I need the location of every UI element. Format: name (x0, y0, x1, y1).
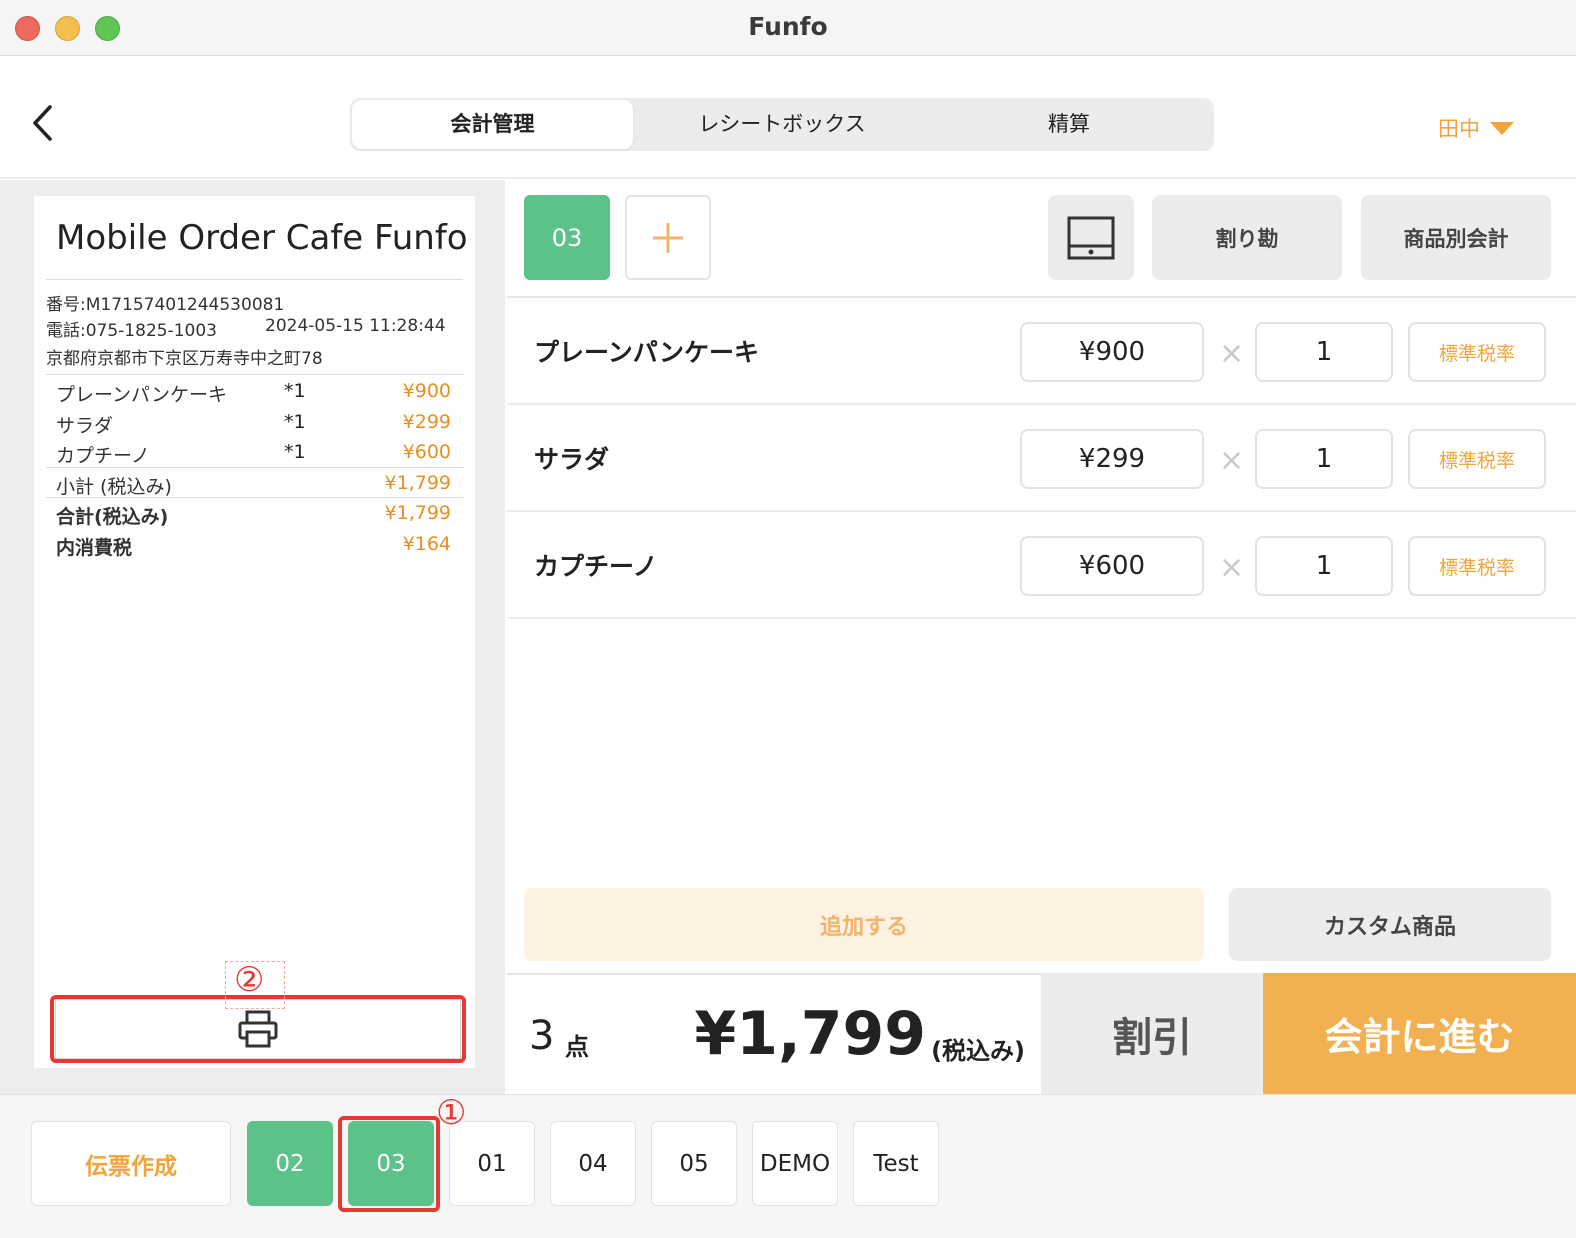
receipt-total: 合計(税込み) ¥1,799 (56, 502, 451, 530)
item-price-field[interactable]: ¥600 (1020, 536, 1204, 596)
order-total-area: 3 点 ¥1,799 (税込み) (507, 973, 1041, 1094)
receipt-item-qty: *1 (284, 380, 306, 402)
receipt-store-name: Mobile Order Cafe Funfo (56, 218, 468, 258)
multiply-icon: × (1219, 336, 1245, 371)
receipt-item-name: サラダ (56, 415, 114, 437)
item-count: 3 (529, 1013, 555, 1059)
receipt-number: 番号:M17157401244530081 (46, 295, 285, 315)
receipt-item-price: ¥900 (402, 380, 451, 402)
slip-tab-demo[interactable]: DEMO (752, 1121, 838, 1206)
order-total: ¥1,799 (694, 999, 926, 1069)
user-name: 田中 (1438, 117, 1480, 141)
cash-drawer-button[interactable] (1048, 195, 1134, 280)
item-price-field[interactable]: ¥299 (1020, 429, 1204, 489)
item-name: プレーンパンケーキ (534, 338, 760, 367)
custom-item-button[interactable]: カスタム商品 (1229, 888, 1551, 961)
order-item-row: サラダ ¥299 × 1 標準税率 (507, 405, 1576, 512)
add-tab-button[interactable] (625, 195, 711, 280)
slip-tab-test[interactable]: Test (853, 1121, 939, 1206)
receipt-item-price: ¥299 (402, 411, 451, 433)
annotation-marker-1: ① (436, 1093, 467, 1133)
caret-down-icon (1490, 121, 1514, 135)
itemized-checkout-button[interactable]: 商品別会計 (1361, 195, 1551, 280)
item-count-unit: 点 (565, 1033, 589, 1061)
order-tab-03[interactable]: 03 (524, 195, 610, 280)
checkout-button[interactable]: 会計に進む (1263, 973, 1576, 1094)
tax-rate-button[interactable]: 標準税率 (1408, 536, 1546, 596)
order-item-row: プレーンパンケーキ ¥900 × 1 標準税率 (507, 298, 1576, 405)
main-tab-group: 会計管理 レシートボックス 精算 (350, 98, 1214, 151)
slip-tab-04[interactable]: 04 (550, 1121, 636, 1206)
app-header: 会計管理 レシートボックス 精算 田中 (0, 57, 1576, 179)
receipt-subtotal: 小計 (税込み) ¥1,799 (56, 472, 451, 500)
tab-accounting[interactable]: 会計管理 (352, 100, 633, 149)
slip-tab-01[interactable]: 01 (449, 1121, 535, 1206)
annotation-marker-2: ② (234, 960, 265, 1000)
order-total-tax-note: (税込み) (931, 1037, 1025, 1065)
receipt-item: サラダ *1 ¥299 (56, 411, 451, 439)
receipt-preview: Mobile Order Cafe Funfo 番号:M171574012445… (34, 196, 475, 1068)
chevron-left-icon (33, 105, 52, 141)
tax-label: 内消費税 (56, 537, 133, 559)
slip-tab-05[interactable]: 05 (651, 1121, 737, 1206)
slip-tab-02[interactable]: 02 (247, 1121, 333, 1206)
divider (46, 467, 463, 468)
receipt-item: カプチーノ *1 ¥600 (56, 441, 451, 469)
item-price-field[interactable]: ¥900 (1020, 322, 1204, 382)
receipt-tax: 内消費税 ¥164 (56, 533, 451, 561)
multiply-icon: × (1219, 550, 1245, 585)
total-value: ¥1,799 (384, 502, 451, 524)
total-label: 合計(税込み) (56, 506, 169, 528)
receipt-address: 京都府京都市下京区万寿寺中之町78 (46, 349, 323, 369)
divider (46, 279, 463, 280)
receipt-datetime: 2024-05-15 11:28:44 (265, 316, 446, 336)
window-title: Funfo (748, 12, 828, 41)
item-qty-field[interactable]: 1 (1255, 536, 1393, 596)
tax-value: ¥164 (402, 533, 451, 555)
order-item-row: カプチーノ ¥600 × 1 標準税率 (507, 512, 1576, 619)
title-bar: Funfo (0, 0, 1576, 56)
plus-icon (653, 222, 683, 253)
multiply-icon: × (1219, 443, 1245, 478)
add-item-button[interactable]: 追加する (524, 888, 1204, 961)
tab-settlement[interactable]: 精算 (926, 100, 1212, 149)
subtotal-value: ¥1,799 (384, 472, 451, 494)
divider (46, 497, 463, 498)
receipt-item: プレーンパンケーキ *1 ¥900 (56, 380, 451, 408)
receipt-item-qty: *1 (284, 411, 306, 433)
back-button[interactable] (26, 103, 60, 143)
item-qty-field[interactable]: 1 (1255, 322, 1393, 382)
cash-drawer-icon (1067, 216, 1115, 259)
receipt-item-qty: *1 (284, 441, 306, 463)
receipt-phone: 電話:075-1825-1003 (46, 321, 217, 341)
item-name: サラダ (534, 445, 610, 474)
split-bill-button[interactable]: 割り勘 (1152, 195, 1342, 280)
receipt-item-name: カプチーノ (56, 445, 150, 467)
receipt-item-name: プレーンパンケーキ (56, 384, 228, 406)
item-qty-field[interactable]: 1 (1255, 429, 1393, 489)
divider (46, 374, 463, 375)
tab-receipt-box[interactable]: レシートボックス (640, 100, 924, 149)
item-name: カプチーノ (534, 552, 658, 581)
tax-rate-button[interactable]: 標準税率 (1408, 429, 1546, 489)
highlight-box-slip (338, 1116, 440, 1212)
user-menu[interactable]: 田中 (1438, 113, 1514, 143)
create-slip-button[interactable]: 伝票作成 (31, 1121, 231, 1206)
discount-button[interactable]: 割引 (1041, 973, 1263, 1094)
tax-rate-button[interactable]: 標準税率 (1408, 322, 1546, 382)
receipt-item-price: ¥600 (402, 441, 451, 463)
subtotal-label: 小計 (税込み) (56, 476, 172, 498)
